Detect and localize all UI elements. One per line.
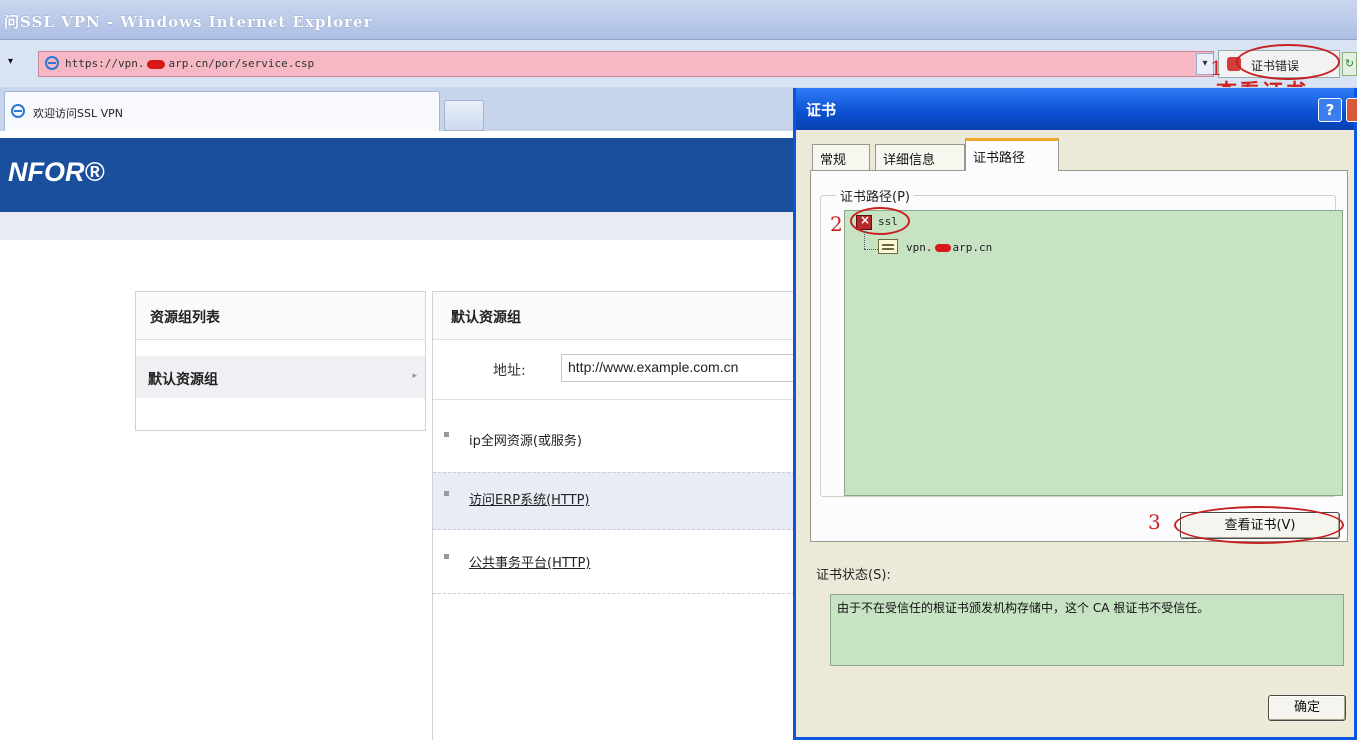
brand-logo: NFOR® [8, 157, 105, 187]
close-icon[interactable] [1346, 98, 1357, 122]
resource-group-item-default[interactable]: 默认资源组 ▸ [136, 356, 425, 398]
refresh-icon[interactable]: ↻ [1342, 52, 1357, 76]
bullet-icon [444, 432, 449, 437]
redaction-mark [147, 59, 166, 69]
divider [433, 399, 800, 400]
resource-group-detail-header: 默认资源组 [433, 292, 800, 340]
cert-status-text[interactable]: 由于不在受信任的根证书颁发机构存储中，这个 CA 根证书不受信任。 [830, 594, 1344, 666]
help-icon[interactable]: ? [1318, 98, 1342, 122]
resource-group-detail: 默认资源组 地址: http://www.example.com.cn ip全网… [432, 291, 801, 740]
resource-group-item-label: 默认资源组 [148, 372, 218, 388]
dialog-titlebar[interactable]: 证书 ? [796, 88, 1357, 130]
annotation-step-3: 3 [1148, 510, 1161, 534]
browser-tab-title: 欢迎访问SSL VPN [33, 107, 123, 120]
tab-cert-path[interactable]: 证书路径 [965, 138, 1059, 171]
ie-page-icon [45, 56, 59, 70]
redaction-mark [934, 244, 951, 252]
page-banner [0, 138, 800, 212]
cert-status-label: 证书状态(S): [816, 568, 891, 583]
bullet-icon [444, 554, 449, 559]
ok-button[interactable]: 确定 [1268, 695, 1346, 721]
page-subbanner [0, 212, 800, 240]
address-label: 地址: [493, 363, 526, 379]
tab-details[interactable]: 详细信息 [875, 144, 965, 170]
annotation-step-2: 2 [830, 212, 843, 236]
resource-item[interactable]: 访问ERP系统(HTTP) [433, 472, 800, 530]
resource-item[interactable]: 公共事务平台(HTTP) [433, 536, 800, 594]
resource-group-list: 资源组列表 默认资源组 ▸ [135, 291, 426, 431]
resource-link-public-affairs[interactable]: 公共事务平台(HTTP) [469, 552, 590, 571]
annotation-circle-2 [850, 207, 910, 235]
resource-label: ip全网资源(或服务) [469, 434, 583, 449]
new-tab-button[interactable] [444, 100, 484, 131]
resource-link-erp[interactable]: 访问ERP系统(HTTP) [469, 489, 590, 508]
certificate-dialog: 证书 ? 常规 详细信息 证书路径 证书路径(P) ssl 2 vpn.arp.… [793, 88, 1357, 740]
dialog-title: 证书 [806, 101, 837, 119]
ie-tab-icon [11, 104, 25, 118]
bullet-icon [444, 491, 449, 496]
address-field[interactable]: https://vpn. arp.cn/por/service.csp [38, 51, 1214, 77]
address-url: https://vpn. arp.cn/por/service.csp [65, 57, 315, 70]
tree-connector [864, 249, 878, 250]
tree-node-child[interactable]: vpn. arp.cn [906, 241, 992, 254]
window-titlebar: 问SSL VPN - Windows Internet Explorer [0, 0, 1357, 40]
tab-general[interactable]: 常规 [812, 144, 870, 170]
annotation-circle-3 [1174, 506, 1344, 544]
certificate-icon [878, 239, 898, 254]
chevron-right-icon: ▸ [412, 371, 417, 381]
resource-item: ip全网资源(或服务) [433, 414, 800, 472]
resource-group-list-header: 资源组列表 [136, 292, 425, 340]
browser-tab-active[interactable]: 欢迎访问SSL VPN [4, 91, 440, 131]
cert-path-group-label: 证书路径(P) [836, 186, 914, 205]
address-dropdown-icon[interactable]: ▾ [8, 56, 13, 67]
annotation-circle-1 [1236, 44, 1340, 80]
resource-address-input[interactable]: http://www.example.com.cn [561, 354, 801, 382]
window-title: 问SSL VPN - Windows Internet Explorer [4, 13, 373, 31]
tree-connector [864, 231, 865, 249]
